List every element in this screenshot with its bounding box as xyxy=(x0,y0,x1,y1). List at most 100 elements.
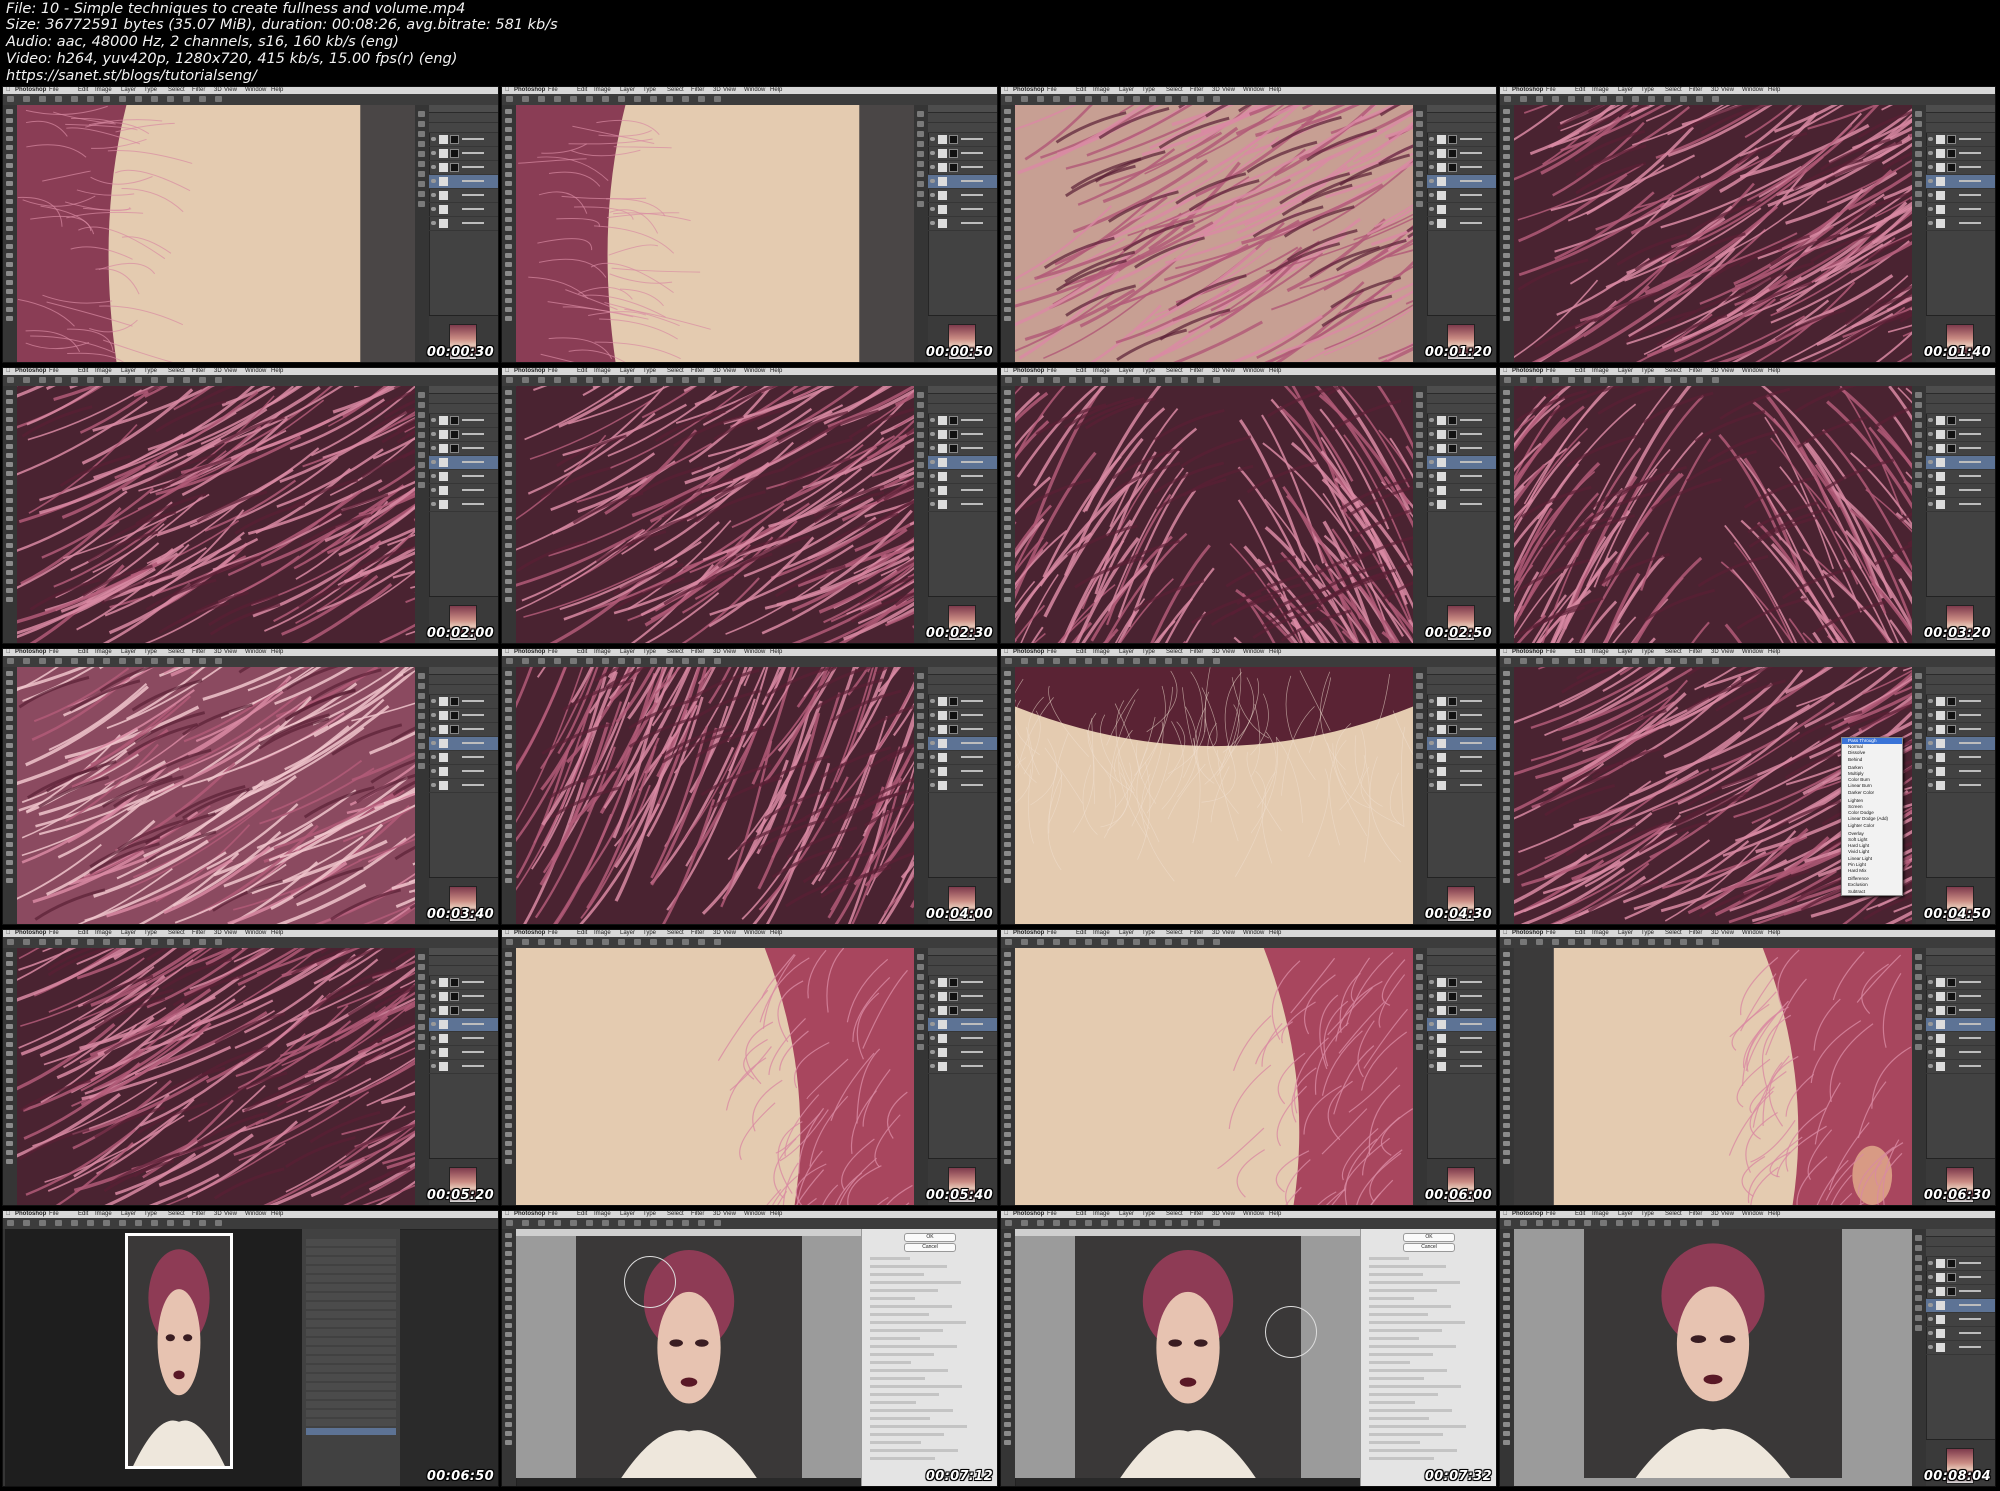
option-control[interactable] xyxy=(39,96,46,102)
tool-icon[interactable] xyxy=(505,860,512,865)
layer-row[interactable] xyxy=(1926,723,1995,737)
liquify-option-row[interactable] xyxy=(870,1265,947,1268)
tool-icon[interactable] xyxy=(1503,525,1510,530)
menu-item-filter[interactable]: Filter xyxy=(192,930,205,937)
menu-item-3d[interactable]: 3D xyxy=(1212,930,1220,937)
option-control[interactable] xyxy=(119,96,126,102)
liquify-option-row[interactable] xyxy=(870,1409,953,1412)
menu-item-layer[interactable]: Layer xyxy=(1119,649,1134,656)
tool-icon[interactable] xyxy=(6,761,13,766)
menu-item-3d[interactable]: 3D xyxy=(713,87,721,94)
menu-item-type[interactable]: Type xyxy=(144,368,157,375)
option-control[interactable] xyxy=(151,939,158,945)
layer-row[interactable] xyxy=(928,442,997,456)
visibility-eye-icon[interactable] xyxy=(431,980,436,984)
menu-item-type[interactable]: Type xyxy=(1142,1211,1155,1218)
tool-icon[interactable] xyxy=(505,707,512,712)
tool-icon[interactable] xyxy=(505,208,512,213)
panel-icon[interactable] xyxy=(917,151,924,157)
layer-row[interactable] xyxy=(928,1018,997,1032)
blend-mode-controls[interactable] xyxy=(429,113,498,123)
option-control[interactable] xyxy=(666,939,673,945)
tool-icon[interactable] xyxy=(1004,970,1011,975)
panel-icon[interactable] xyxy=(1416,422,1423,428)
liquify-option-row[interactable] xyxy=(870,1329,943,1332)
option-control[interactable] xyxy=(1568,1220,1575,1226)
tool-icon[interactable] xyxy=(6,453,13,458)
tool-icon[interactable] xyxy=(505,1278,512,1283)
panel-icon[interactable] xyxy=(1416,111,1423,117)
panel-icon[interactable] xyxy=(917,482,924,488)
panel-icon[interactable] xyxy=(418,713,425,719)
option-control[interactable] xyxy=(522,658,529,664)
panel-icon[interactable] xyxy=(1416,984,1423,990)
option-control[interactable] xyxy=(151,658,158,664)
menu-item-select[interactable]: Select xyxy=(1665,930,1682,937)
menu-item-select[interactable]: Select xyxy=(1166,649,1183,656)
option-control[interactable] xyxy=(1696,1220,1703,1226)
menu-item-layer[interactable]: Layer xyxy=(121,87,136,94)
option-control[interactable] xyxy=(1117,939,1124,945)
tool-icon[interactable] xyxy=(6,435,13,440)
option-control[interactable] xyxy=(1101,96,1108,102)
history-state[interactable] xyxy=(306,1338,396,1345)
option-control[interactable] xyxy=(1664,939,1671,945)
layer-row[interactable] xyxy=(928,484,997,498)
liquify-option-row[interactable] xyxy=(1369,1345,1456,1348)
tool-icon[interactable] xyxy=(1004,1386,1011,1391)
menu-item-select[interactable]: Select xyxy=(667,368,684,375)
tool-icon[interactable] xyxy=(1503,109,1510,114)
option-control[interactable] xyxy=(1664,96,1671,102)
tool-icon[interactable] xyxy=(505,797,512,802)
option-control[interactable] xyxy=(698,96,705,102)
visibility-eye-icon[interactable] xyxy=(1429,432,1434,436)
layer-row[interactable] xyxy=(1926,1299,1995,1313)
option-control[interactable] xyxy=(554,96,561,102)
menu-item-type[interactable]: Type xyxy=(643,649,656,656)
tool-icon[interactable] xyxy=(1503,743,1510,748)
visibility-eye-icon[interactable] xyxy=(1928,1289,1933,1293)
tool-icon[interactable] xyxy=(505,588,512,593)
menu-item-file[interactable]: File xyxy=(1047,649,1057,656)
menu-item-layer[interactable]: Layer xyxy=(620,87,635,94)
option-control[interactable] xyxy=(135,658,142,664)
menu-item-view[interactable]: View xyxy=(723,930,736,937)
menu-item-filter[interactable]: Filter xyxy=(192,649,205,656)
layer-row[interactable] xyxy=(429,695,498,709)
tool-icon[interactable] xyxy=(1503,1132,1510,1137)
menu-item-image[interactable]: Image xyxy=(1592,649,1609,656)
tool-icon[interactable] xyxy=(6,516,13,521)
tool-icon[interactable] xyxy=(6,498,13,503)
menu-item-type[interactable]: Type xyxy=(144,1211,157,1218)
menu-item-select[interactable]: Select xyxy=(667,87,684,94)
liquify-option-row[interactable] xyxy=(1369,1385,1461,1388)
tool-icon[interactable] xyxy=(505,181,512,186)
tool-icon[interactable] xyxy=(1004,1087,1011,1092)
option-control[interactable] xyxy=(215,1220,222,1226)
option-control[interactable] xyxy=(1584,377,1591,383)
tool-icon[interactable] xyxy=(1503,289,1510,294)
option-control[interactable] xyxy=(1648,96,1655,102)
option-control[interactable] xyxy=(103,377,110,383)
option-control[interactable] xyxy=(1133,1220,1140,1226)
visibility-eye-icon[interactable] xyxy=(431,783,436,787)
tool-icon[interactable] xyxy=(1004,262,1011,267)
option-control[interactable] xyxy=(1005,939,1012,945)
lock-controls[interactable] xyxy=(429,123,498,133)
option-control[interactable] xyxy=(1181,1220,1188,1226)
option-control[interactable] xyxy=(506,1220,513,1226)
tool-icon[interactable] xyxy=(6,561,13,566)
option-control[interactable] xyxy=(714,96,721,102)
option-control[interactable] xyxy=(634,96,641,102)
menu-item-filter[interactable]: Filter xyxy=(1190,649,1203,656)
liquify-option-row[interactable] xyxy=(1369,1281,1460,1284)
tool-icon[interactable] xyxy=(1503,190,1510,195)
panel-icon[interactable] xyxy=(418,964,425,970)
tool-icon[interactable] xyxy=(6,543,13,548)
menu-item-filter[interactable]: Filter xyxy=(1190,368,1203,375)
panel-icon[interactable] xyxy=(917,683,924,689)
layer-row[interactable] xyxy=(928,1060,997,1074)
panel-icon[interactable] xyxy=(917,442,924,448)
menu-item-view[interactable]: View xyxy=(1721,930,1734,937)
tool-icon[interactable] xyxy=(1004,1296,1011,1301)
